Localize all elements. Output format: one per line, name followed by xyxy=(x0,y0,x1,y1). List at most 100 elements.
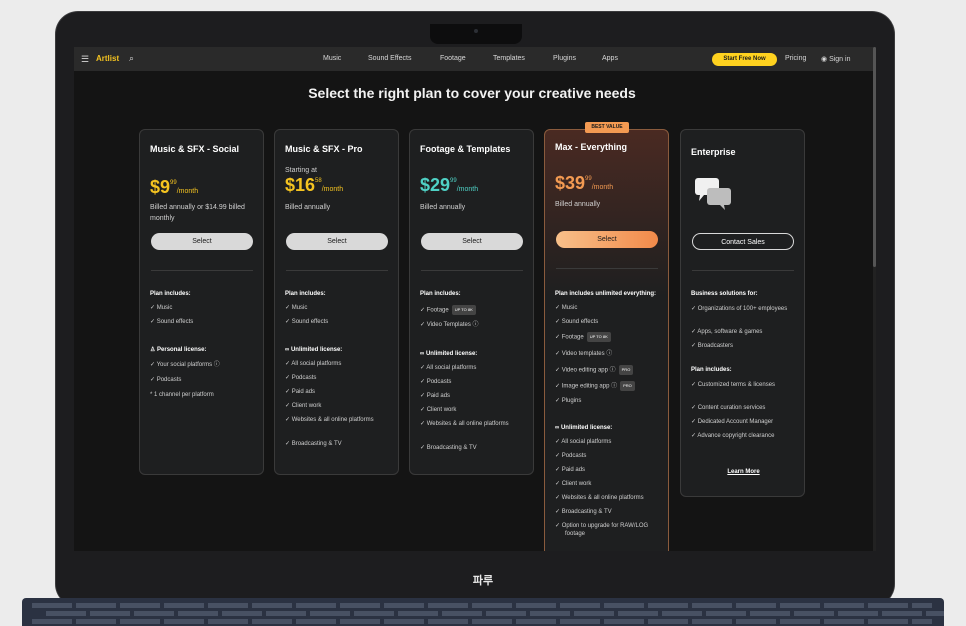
plan-price: $999/month xyxy=(150,177,199,197)
key-row xyxy=(32,619,932,624)
plan-card-social: Music & SFX - Social $999/month Billed a… xyxy=(139,129,264,475)
search-icon[interactable]: ⌕ xyxy=(129,53,134,64)
keyboard xyxy=(22,598,944,626)
feature-item: ✓ Sound effects xyxy=(555,319,599,325)
includes-heading: Plan includes: xyxy=(420,291,461,297)
key-row xyxy=(32,603,932,608)
top-nav: ☰ Artlist ⌕ Music Sound Effects Footage … xyxy=(74,47,876,71)
feature-item: ✓ Podcasts xyxy=(150,377,182,383)
feature-item: ✓ Music xyxy=(555,305,578,311)
nav-link-sound-effects[interactable]: Sound Effects xyxy=(368,55,411,62)
feature-item: ✓ Podcasts xyxy=(285,375,317,381)
select-max-button[interactable]: Select xyxy=(556,231,658,248)
divider xyxy=(421,270,523,271)
divider xyxy=(151,270,253,271)
feature-item: ✓ Your social platforms ⓘ xyxy=(150,362,220,368)
feature-item: ✓ Sound effects xyxy=(285,319,329,325)
scrollbar[interactable] xyxy=(873,47,876,551)
feature-item: ✓ Footage UP TO 8K xyxy=(420,305,532,315)
contact-sales-button[interactable]: Contact Sales xyxy=(692,233,794,250)
screen: ☰ Artlist ⌕ Music Sound Effects Footage … xyxy=(74,47,876,551)
chat-bubbles-icon xyxy=(695,178,731,210)
feature-item: ✓ Paid ads xyxy=(555,467,586,473)
includes-heading: Business solutions for: xyxy=(691,291,758,297)
feature-item: ✓ Image editing app ⓘ PRO xyxy=(555,381,667,391)
includes-heading: Plan includes: xyxy=(285,291,326,297)
plan-card-enterprise: Enterprise Contact Sales Business soluti… xyxy=(680,129,805,497)
feature-item: ✓ Client work xyxy=(555,481,592,487)
footnote: * 1 channel per platform xyxy=(150,392,214,398)
page-headline: Select the right plan to cover your crea… xyxy=(308,85,636,101)
plan-title: Footage & Templates xyxy=(420,144,511,154)
feature-item: ✓ Broadcasters xyxy=(691,343,734,349)
billing-note: Billed annually xyxy=(420,204,466,211)
feature-item: ✓ Paid ads xyxy=(285,389,316,395)
select-footage-button[interactable]: Select xyxy=(421,233,523,250)
feature-item: ✓ Footage UP TO 8K xyxy=(555,332,667,342)
resolution-tag: UP TO 8K xyxy=(586,332,611,342)
plan-price: $2999/month xyxy=(420,175,479,195)
pro-tag: PRO xyxy=(620,381,635,391)
license-heading: ∞ Unlimited license: xyxy=(285,347,343,353)
nav-link-plugins[interactable]: Plugins xyxy=(553,55,576,62)
resolution-tag: UP TO 8K xyxy=(451,305,476,315)
feature-item: ✓ Option to upgrade for RAW/LOG footage xyxy=(555,523,649,537)
feature-item: ✓ Podcasts xyxy=(420,379,452,385)
billing-note: Billed annually or $14.99 billed monthly xyxy=(150,204,245,222)
feature-item: ✓ Client work xyxy=(420,407,457,413)
nav-link-music[interactable]: Music xyxy=(323,55,341,62)
plan-card-footage: Footage & Templates $2999/month Billed a… xyxy=(409,129,534,475)
divider xyxy=(556,268,658,269)
starting-at-label: Starting at xyxy=(285,167,317,174)
select-pro-button[interactable]: Select xyxy=(286,233,388,250)
plan-title: Enterprise xyxy=(691,147,736,157)
feature-item: ✓ Client work xyxy=(285,403,322,409)
scrollbar-thumb[interactable] xyxy=(873,47,876,267)
feature-item: ✓ Organizations of 100+ employees xyxy=(691,306,788,312)
select-social-button[interactable]: Select xyxy=(151,233,253,250)
feature-item: ✓ All social platforms xyxy=(285,361,342,367)
feature-item: ✓ Sound effects xyxy=(150,319,194,325)
license-heading: ♙ Personal license: xyxy=(150,347,207,353)
feature-item: ✓ All social platforms xyxy=(420,365,477,371)
sign-in-link[interactable]: ◉ Sign in xyxy=(821,55,850,63)
learn-more-link[interactable]: Learn More xyxy=(681,469,806,475)
license-heading: ∞ Unlimited license: xyxy=(420,351,478,357)
plan-price: $3999/month xyxy=(555,173,614,193)
feature-item: ✓ Broadcasting & TV xyxy=(285,441,342,447)
nav-link-apps[interactable]: Apps xyxy=(602,55,618,62)
best-value-badge: BEST VALUE xyxy=(585,122,629,133)
start-free-button[interactable]: Start Free Now xyxy=(712,53,777,66)
feature-item: ✓ Broadcasting & TV xyxy=(555,509,612,515)
license-heading: Plan includes: xyxy=(691,367,732,373)
logo[interactable]: Artlist xyxy=(96,54,119,63)
plan-title: Max - Everything xyxy=(555,142,628,152)
nav-link-footage[interactable]: Footage xyxy=(440,55,466,62)
feature-item: ✓ Music xyxy=(150,305,173,311)
feature-item: ✓ Paid ads xyxy=(420,393,451,399)
feature-item: ✓ Plugins xyxy=(555,398,582,404)
plan-card-max: BEST VALUE Max - Everything $3999/month … xyxy=(544,122,669,551)
laptop-brand-label: 파루 xyxy=(472,575,494,587)
camera xyxy=(474,29,478,33)
feature-item: ✓ Websites & all online platforms xyxy=(420,421,509,427)
license-heading: ∞ Unlimited license: xyxy=(555,425,613,431)
hamburger-menu-icon[interactable]: ☰ xyxy=(81,54,89,65)
plan-title: Music & SFX - Social xyxy=(150,144,240,154)
camera-notch xyxy=(430,24,522,44)
includes-heading: Plan includes unlimited everything: xyxy=(555,291,657,297)
feature-item: ✓ Websites & all online platforms xyxy=(285,417,374,423)
nav-link-templates[interactable]: Templates xyxy=(493,55,525,62)
plan-title: Music & SFX - Pro xyxy=(285,144,363,154)
feature-item: ✓ Video Templates ⓘ xyxy=(420,322,479,328)
feature-item: ✓ Video editing app ⓘ PRO xyxy=(555,365,667,375)
divider xyxy=(692,270,794,271)
plan-card-pro: Music & SFX - Pro Starting at $1658/mont… xyxy=(274,129,399,475)
feature-item: ✓ Apps, software & games xyxy=(691,329,763,335)
nav-pricing-link[interactable]: Pricing xyxy=(785,55,806,62)
feature-item: ✓ Advance copyright clearance xyxy=(691,433,775,439)
feature-item: ✓ Podcasts xyxy=(555,453,587,459)
divider xyxy=(286,270,388,271)
feature-item: ✓ Video templates ⓘ xyxy=(555,351,613,357)
feature-item: ✓ Broadcasting & TV xyxy=(420,445,477,451)
